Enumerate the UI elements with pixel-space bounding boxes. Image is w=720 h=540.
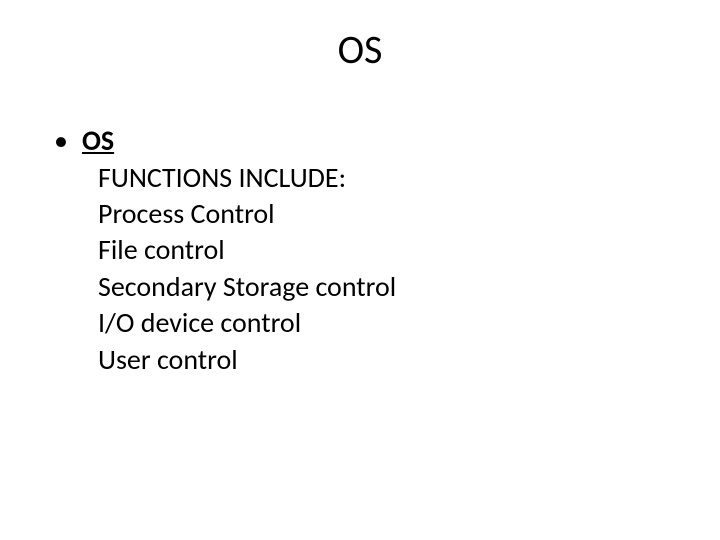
line-item: FUNCTIONS INCLUDE: bbox=[98, 160, 680, 196]
bullet-heading: OS bbox=[82, 124, 114, 158]
slide-title: OS bbox=[40, 25, 680, 74]
bullet-marker: • bbox=[54, 124, 68, 158]
line-item: Process Control bbox=[98, 196, 680, 232]
line-item: User control bbox=[98, 342, 680, 378]
line-item: Secondary Storage control bbox=[98, 269, 680, 305]
slide-content: • OS FUNCTIONS INCLUDE: Process Control … bbox=[40, 124, 680, 378]
line-item: I/O device control bbox=[98, 305, 680, 341]
slide: OS • OS FUNCTIONS INCLUDE: Process Contr… bbox=[0, 0, 720, 540]
line-item: File control bbox=[98, 232, 680, 268]
bullet-sublines: FUNCTIONS INCLUDE: Process Control File … bbox=[50, 160, 680, 378]
bullet-item: • OS bbox=[50, 124, 680, 158]
